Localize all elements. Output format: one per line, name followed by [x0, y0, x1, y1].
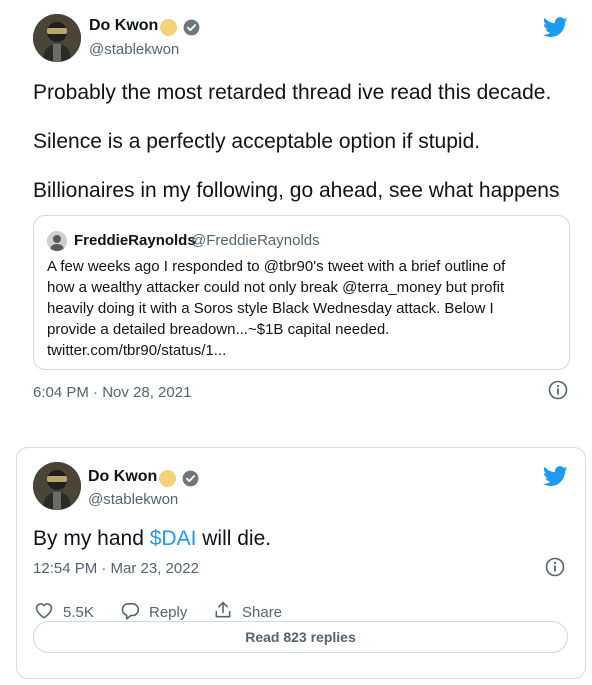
author-name[interactable]: Do Kwon	[88, 468, 157, 486]
like-count: 5.5K	[63, 603, 94, 621]
emoji-dot	[159, 470, 176, 487]
info-icon[interactable]	[545, 557, 565, 582]
quoted-tweet[interactable]: FreddieRaynolds @FreddieRaynolds A few w…	[33, 215, 570, 370]
reply-label: Reply	[149, 604, 188, 621]
author-avatar[interactable]	[33, 14, 81, 62]
info-icon[interactable]	[548, 380, 568, 405]
tweet-card-1: Do Kwon @stablekwon Probably the most re…	[0, 0, 592, 420]
tweet-text: By my hand $DAI will die.	[33, 527, 271, 551]
tweet-card-2: Do Kwon @stablekwon By my hand $DAI will…	[16, 447, 586, 679]
quoted-text-line-1: A few weeks ago I responded to @tbr90's …	[47, 258, 506, 275]
quoted-text-line-2: how a wealthy attacker could not only br…	[47, 279, 505, 296]
author-avatar[interactable]	[33, 462, 81, 510]
twitter-bird-icon[interactable]	[542, 466, 568, 492]
quoted-author-handle: @FreddieRaynolds	[191, 232, 320, 249]
share-label: Share	[242, 603, 283, 621]
quoted-link[interactable]: twitter.com/tbr90/status/1...	[47, 342, 226, 359]
tweet-text-before: By my hand	[33, 527, 150, 550]
twitter-bird-icon[interactable]	[542, 17, 568, 43]
author-handle[interactable]: @stablekwon	[88, 491, 178, 508]
emoji-dot	[160, 19, 177, 36]
author-handle[interactable]: @stablekwon	[89, 41, 179, 58]
verified-badge-icon	[182, 18, 201, 42]
tweet-timestamp[interactable]: 6:04 PM · Nov 28, 2021	[33, 384, 191, 401]
quoted-text-line-3: heavily doing it with a Soros style Blac…	[47, 300, 494, 317]
like-button[interactable]: 5.5K	[34, 601, 94, 623]
read-replies-button[interactable]: Read 823 replies	[33, 621, 568, 653]
author-name[interactable]: Do Kwon	[89, 17, 158, 35]
tweet-text-line-1: Probably the most retarded thread ive re…	[33, 81, 552, 104]
read-replies-label: Read 823 replies	[245, 629, 356, 645]
tweet-timestamp[interactable]: 12:54 PM · Mar 23, 2022	[33, 560, 199, 577]
verified-badge-icon	[181, 469, 200, 493]
tweet-text-line-2: Silence is a perfectly acceptable option…	[33, 130, 481, 153]
quoted-text-line-4: provide a detailed breadown...~$1B capit…	[47, 321, 390, 338]
quoted-author-name: FreddieRaynolds	[74, 232, 196, 249]
heart-icon	[34, 601, 54, 623]
cashtag-link[interactable]: $DAI	[150, 527, 197, 550]
tweet-text-line-3: Billionaires in my following, go ahead, …	[33, 179, 560, 202]
tweet-text-after: will die.	[196, 527, 272, 550]
quoted-author-avatar	[47, 231, 67, 251]
